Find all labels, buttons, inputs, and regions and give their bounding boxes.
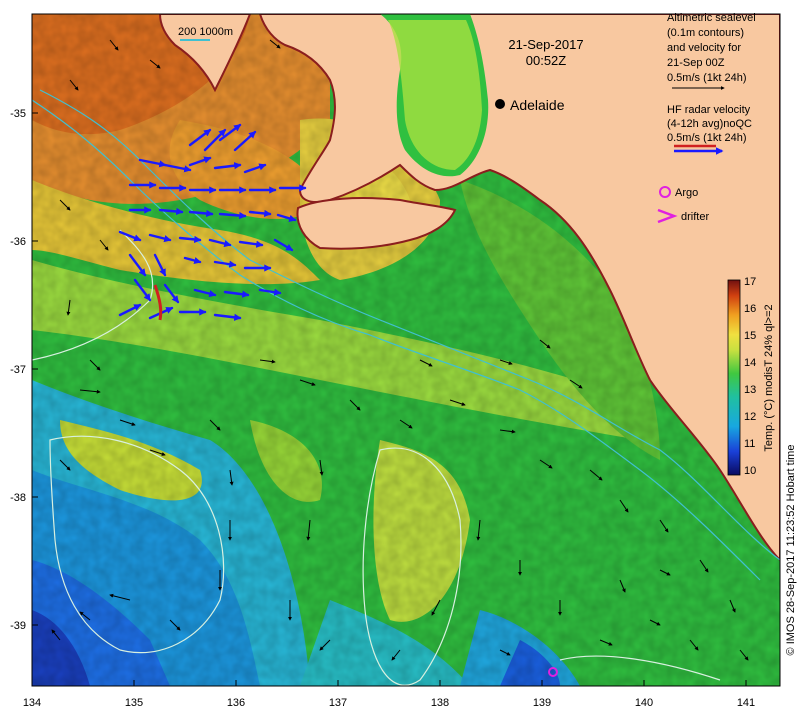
colorbar-tick: 13 <box>744 384 756 396</box>
city-label: Adelaide <box>510 97 565 113</box>
map-time: 00:52Z <box>526 53 567 68</box>
colorbar-tick: 12 <box>744 411 756 423</box>
altimetry-legend-line: 21-Sep 00Z <box>667 57 725 69</box>
y-tick-label: -35 <box>10 108 26 120</box>
y-tick-label: -37 <box>10 364 26 376</box>
drifter-label: drifter <box>681 211 709 223</box>
colorbar-label: Temp. (°C) modisT 24% ql>=2 <box>763 304 775 451</box>
x-tick-label: 141 <box>737 697 755 709</box>
hf-legend-line: HF radar velocity <box>667 104 751 116</box>
altimetry-legend-line: (0.1m contours) <box>667 27 744 39</box>
map-date: 21-Sep-2017 <box>508 37 583 52</box>
x-tick-label: 139 <box>533 697 551 709</box>
colorbar <box>727 279 741 476</box>
altimetry-legend-line: 0.5m/s (1kt 24h) <box>667 72 746 84</box>
x-tick-label: 140 <box>635 697 653 709</box>
colorbar-tick: 17 <box>744 276 756 288</box>
x-axis: 134 135 136 137 138 139 140 141 <box>23 697 755 709</box>
colorbar-tick: 14 <box>744 357 756 369</box>
x-tick-label: 136 <box>227 697 245 709</box>
y-tick-label: -39 <box>10 620 26 632</box>
altimetry-legend-line: and velocity for <box>667 42 741 54</box>
x-tick-label: 137 <box>329 697 347 709</box>
hf-legend-line: (4-12h avg)noQC <box>667 118 752 130</box>
hf-legend-line: 0.5m/s (1kt 24h) <box>667 132 746 144</box>
sst-map: 200 1000m 21-Sep-2017 00:52Z Adelaide Al… <box>10 12 797 709</box>
y-tick-label: -36 <box>10 236 26 248</box>
city-marker <box>495 99 505 109</box>
hf-legend: HF radar velocity (4-12h avg)noQC 0.5m/s… <box>667 104 752 155</box>
argo-label: Argo <box>675 187 698 199</box>
altimetry-legend: Altimetric sealevel (0.1m contours) and … <box>667 12 756 90</box>
y-axis: -35 -36 -37 -38 -39 <box>10 108 26 632</box>
y-tick-label: -38 <box>10 492 26 504</box>
x-tick-label: 134 <box>23 697 41 709</box>
colorbar-tick: 10 <box>744 465 756 477</box>
colorbar-tick: 16 <box>744 303 756 315</box>
colorbar-tick: 11 <box>744 438 755 450</box>
credit: © IMOS 28-Sep-2017 11:23:52 Hobart time <box>785 445 797 656</box>
x-tick-label: 138 <box>431 697 449 709</box>
scale-label: 200 1000m <box>178 26 233 38</box>
altimetry-legend-line: Altimetric sealevel <box>667 12 756 24</box>
colorbar-tick: 15 <box>744 330 756 342</box>
x-tick-label: 135 <box>125 697 143 709</box>
